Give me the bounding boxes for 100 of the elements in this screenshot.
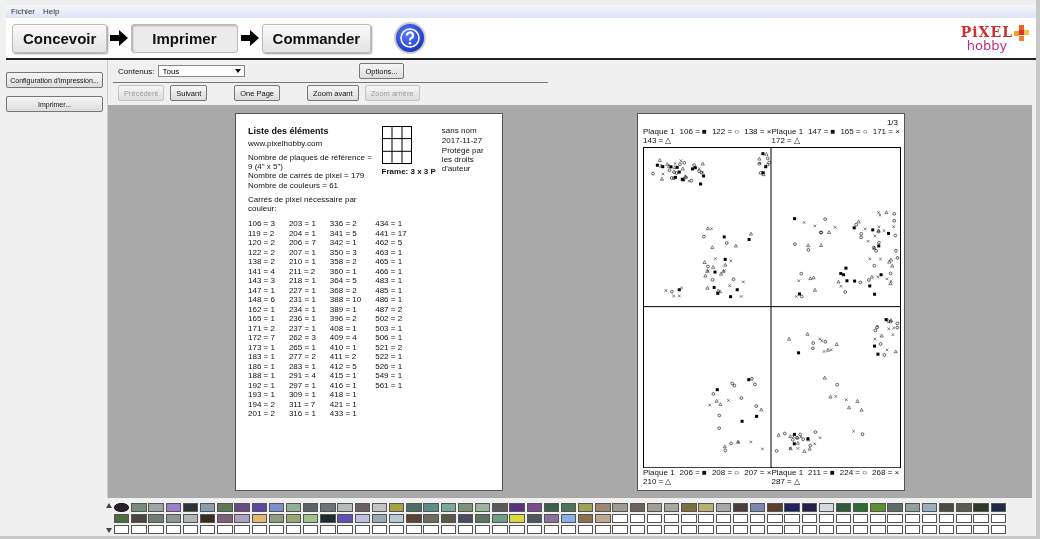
- color-swatch[interactable]: [698, 502, 714, 512]
- color-count: 416 = 1: [329, 380, 358, 391]
- color-swatch[interactable]: [715, 502, 731, 512]
- color-swatch[interactable]: [543, 502, 560, 512]
- color-swatch[interactable]: [921, 502, 938, 512]
- color-swatch[interactable]: [492, 513, 508, 523]
- color-swatch[interactable]: [268, 502, 285, 512]
- color-swatch[interactable]: [217, 513, 233, 523]
- color-swatch[interactable]: [749, 502, 766, 512]
- color-swatch[interactable]: [234, 513, 250, 523]
- color-swatch[interactable]: [474, 513, 491, 523]
- color-count: 441 = 17: [375, 228, 407, 239]
- color-swatch[interactable]: [182, 513, 199, 523]
- color-swatch[interactable]: [509, 502, 525, 512]
- color-swatch[interactable]: [956, 502, 972, 512]
- color-swatch[interactable]: [801, 502, 817, 512]
- color-swatch[interactable]: [595, 502, 611, 512]
- color-swatch[interactable]: [303, 513, 319, 523]
- color-swatch[interactable]: [595, 513, 611, 523]
- color-swatch[interactable]: [423, 502, 439, 512]
- color-swatch[interactable]: [939, 502, 955, 512]
- color-swatch[interactable]: [268, 513, 285, 523]
- menu-item[interactable]: Fichier: [11, 7, 35, 16]
- color-swatch[interactable]: [389, 502, 405, 512]
- color-swatch[interactable]: [681, 502, 697, 512]
- color-swatch[interactable]: [526, 502, 542, 512]
- color-swatch[interactable]: [234, 502, 250, 512]
- scroll-down-icon[interactable]: [106, 528, 112, 533]
- color-count: 503 = 1: [375, 323, 404, 334]
- step-button[interactable]: Imprimer: [131, 23, 238, 53]
- color-swatch[interactable]: [303, 502, 319, 512]
- help-button[interactable]: [394, 22, 427, 54]
- color-swatch[interactable]: [784, 502, 800, 512]
- color-swatch[interactable]: [251, 502, 267, 512]
- color-swatch[interactable]: [973, 502, 989, 512]
- color-swatch[interactable]: [887, 502, 903, 512]
- color-swatch[interactable]: [423, 513, 439, 523]
- color-swatch[interactable]: [853, 502, 869, 512]
- color-swatch[interactable]: [337, 513, 353, 523]
- color-swatch[interactable]: [371, 502, 388, 512]
- color-count: 388 = 10: [329, 295, 362, 305]
- contents-dropdown[interactable]: Tous: [158, 65, 246, 77]
- color-swatch[interactable]: [509, 513, 525, 523]
- color-count: 418 = 1: [329, 390, 358, 400]
- color-swatch[interactable]: [199, 513, 216, 523]
- color-swatch[interactable]: [337, 502, 353, 512]
- color-swatch[interactable]: [389, 513, 405, 523]
- color-swatch[interactable]: [217, 502, 233, 512]
- color-swatch[interactable]: [767, 502, 783, 512]
- color-swatch[interactable]: [870, 502, 886, 512]
- color-swatch[interactable]: [474, 502, 491, 512]
- color-swatch[interactable]: [371, 513, 388, 523]
- menu-item[interactable]: Help: [43, 7, 60, 16]
- step-button[interactable]: Commander: [261, 23, 372, 53]
- color-swatch[interactable]: [835, 502, 852, 512]
- color-swatch[interactable]: [543, 513, 560, 523]
- color-swatch[interactable]: [406, 502, 422, 512]
- color-count: 360 = 1: [329, 266, 358, 277]
- color-count: 483 = 1: [375, 276, 404, 286]
- color-swatch[interactable]: [732, 502, 749, 512]
- color-swatch[interactable]: [320, 513, 336, 523]
- color-swatch[interactable]: [199, 502, 216, 512]
- color-swatch[interactable]: [131, 513, 147, 523]
- color-count: 194 = 2: [248, 399, 275, 410]
- color-swatch[interactable]: [131, 502, 147, 512]
- color-swatch[interactable]: [578, 513, 594, 523]
- color-swatch[interactable]: [251, 513, 267, 523]
- color-swatch[interactable]: [148, 513, 164, 523]
- color-swatch[interactable]: [354, 513, 370, 523]
- color-swatch[interactable]: [285, 513, 302, 523]
- color-swatch[interactable]: [457, 502, 474, 512]
- color-count: 172 = 7: [248, 333, 275, 343]
- color-swatch[interactable]: [285, 502, 302, 512]
- color-swatch[interactable]: [664, 502, 680, 512]
- color-swatch[interactable]: [560, 502, 577, 512]
- step-button[interactable]: Concevoir: [12, 23, 108, 53]
- color-swatch[interactable]: [990, 502, 1006, 512]
- color-swatch[interactable]: [440, 502, 456, 512]
- color-swatch[interactable]: [457, 513, 474, 523]
- color-swatch[interactable]: [406, 513, 422, 523]
- color-swatch[interactable]: [354, 502, 370, 512]
- color-swatch[interactable]: [114, 513, 130, 523]
- color-swatch[interactable]: [492, 502, 508, 512]
- color-swatch[interactable]: [165, 513, 181, 523]
- scroll-up-icon[interactable]: [106, 503, 112, 508]
- color-swatch[interactable]: [612, 502, 628, 512]
- color-swatch[interactable]: [148, 502, 164, 512]
- color-swatch[interactable]: [904, 502, 920, 512]
- color-swatch[interactable]: [165, 502, 181, 512]
- color-swatch[interactable]: [578, 502, 594, 512]
- color-swatch[interactable]: [320, 502, 336, 512]
- color-swatch[interactable]: [440, 513, 456, 523]
- color-swatch[interactable]: [629, 502, 645, 512]
- color-swatch[interactable]: [560, 513, 577, 523]
- color-swatch[interactable]: [114, 502, 130, 512]
- legend-label: 147 = ■: [808, 126, 836, 136]
- color-swatch[interactable]: [818, 502, 835, 512]
- color-swatch[interactable]: [182, 502, 199, 512]
- color-swatch[interactable]: [646, 502, 663, 512]
- color-swatch[interactable]: [526, 513, 542, 523]
